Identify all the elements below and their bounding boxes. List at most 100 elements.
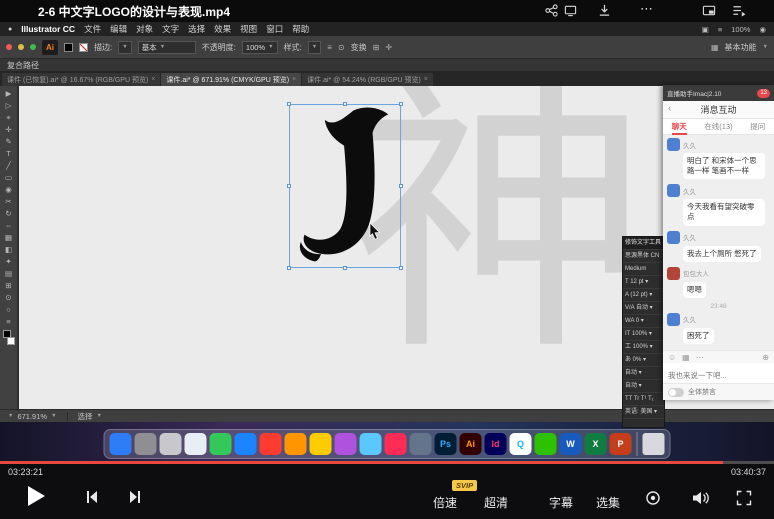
episodes-button[interactable]: 选集 <box>596 494 620 511</box>
apple-menu-icon[interactable]: ● <box>8 26 12 33</box>
tool-icon-14[interactable]: ◧ <box>5 244 12 256</box>
tool-icon-9[interactable]: ◉ <box>5 184 12 196</box>
tool-icon-19[interactable]: ○ <box>6 304 11 316</box>
image-icon[interactable]: ▦ <box>682 353 690 362</box>
play-button[interactable] <box>28 486 45 506</box>
pip-icon[interactable] <box>702 4 717 18</box>
char-panel-row[interactable]: A (12 pt) ▾ <box>623 289 664 302</box>
quality-button[interactable]: 超清 <box>484 494 508 511</box>
tool-icon-18[interactable]: ⊙ <box>5 292 11 304</box>
tab-close-icon[interactable]: × <box>424 76 428 83</box>
back-icon[interactable]: ‹ <box>668 103 671 114</box>
playlist-icon[interactable] <box>732 4 747 18</box>
tool-icon-17[interactable]: ⊞ <box>5 280 11 292</box>
status-icon-1[interactable]: ▣ <box>702 25 709 34</box>
mute-all-toggle[interactable] <box>668 388 684 397</box>
share-icon[interactable] <box>545 4 560 18</box>
fill-color-swatch[interactable] <box>64 43 73 52</box>
dock-icon-21[interactable]: P <box>610 433 632 455</box>
menubar-item-对象[interactable]: 对象 <box>136 23 153 35</box>
dock-icon-14[interactable]: Ps <box>435 433 457 455</box>
previous-button[interactable] <box>84 490 99 504</box>
selection-handle[interactable] <box>287 266 291 270</box>
dock-icon-17[interactable]: Q <box>510 433 532 455</box>
more-icon[interactable]: ⋯ <box>640 1 655 15</box>
selection-handle[interactable] <box>399 266 403 270</box>
document-setup-icon[interactable]: ⊙ <box>338 43 345 52</box>
tool-icon-5[interactable]: ✎ <box>5 136 11 148</box>
dock-icon-16[interactable]: Id <box>485 433 507 455</box>
fill-stroke-swatches[interactable] <box>3 330 15 345</box>
subtitle-button[interactable]: 字幕 <box>549 494 573 511</box>
cast-icon[interactable] <box>564 4 579 18</box>
dock-icon-15[interactable]: Ai <box>460 433 482 455</box>
dock-icon-2[interactable] <box>135 433 157 455</box>
tool-icon-3[interactable]: ⌖ <box>6 112 10 124</box>
chat-tab-提问[interactable]: 提问 <box>750 119 765 135</box>
blackletter-glyph[interactable] <box>293 107 397 265</box>
char-panel-row[interactable]: 英语: 美国 ▾ <box>623 406 664 419</box>
char-panel-row[interactable]: T 12 pt ▾ <box>623 276 664 289</box>
crosshair-icon[interactable]: ✛ <box>385 43 392 52</box>
tool-icon-20[interactable]: ≡ <box>6 316 10 328</box>
char-panel-row[interactable]: 思源黑体 CN <box>623 250 664 263</box>
progress-bar[interactable] <box>0 461 774 464</box>
menubar-item-窗口[interactable]: 窗口 <box>266 23 283 35</box>
menubar-item-文字[interactable]: 文字 <box>162 23 179 35</box>
next-button[interactable] <box>128 490 143 504</box>
document-tab[interactable]: 课件.ai* @ 54.24% (RGB/GPU 预览)× <box>302 73 433 86</box>
selection-handle[interactable] <box>399 184 403 188</box>
char-panel-row[interactable]: 自动 ▾ <box>623 367 664 380</box>
char-panel-row[interactable]: 工 100% ▾ <box>623 341 664 354</box>
tool-icon-11[interactable]: ↻ <box>5 208 11 220</box>
menubar-item-帮助[interactable]: 帮助 <box>292 23 309 35</box>
tool-icon-4[interactable]: ✛ <box>5 124 11 136</box>
panels-icon[interactable]: ▦ <box>711 43 719 52</box>
tab-close-icon[interactable]: × <box>151 76 155 83</box>
record-icon[interactable] <box>645 490 661 506</box>
menubar-item-文件[interactable]: 文件 <box>84 23 101 35</box>
char-panel-row[interactable]: V/A 自动 ▾ <box>623 302 664 315</box>
transform-label[interactable]: 变换 <box>351 42 367 53</box>
menubar-item-视图[interactable]: 视图 <box>240 23 257 35</box>
dock-icon-13[interactable] <box>410 433 432 455</box>
status-icon-2[interactable]: ≡ <box>718 25 722 34</box>
avatar[interactable] <box>667 231 680 244</box>
minimize-window-button[interactable] <box>18 44 24 50</box>
dock-icon-11[interactable] <box>360 433 382 455</box>
dock-icon-10[interactable] <box>335 433 357 455</box>
dock-icon-7[interactable] <box>260 433 282 455</box>
close-window-button[interactable] <box>6 44 12 50</box>
zoom-level[interactable]: 671.91% <box>17 412 47 421</box>
dock-icon-18[interactable] <box>535 433 557 455</box>
dock-icon-20[interactable]: X <box>585 433 607 455</box>
dock-icon-9[interactable] <box>310 433 332 455</box>
current-tool-label[interactable]: 选择 <box>78 411 93 422</box>
document-tab[interactable]: 课件.ai* @ 671.91% (CMYK/GPU 预览)× <box>161 73 301 86</box>
tool-icon-6[interactable]: T <box>6 148 11 160</box>
tool-icon-13[interactable]: ▦ <box>5 232 12 244</box>
char-panel-row[interactable]: TT Tr T¹ T₁ <box>623 393 664 406</box>
volume-icon[interactable] <box>692 490 709 506</box>
avatar[interactable] <box>667 267 680 280</box>
tool-icon-7[interactable]: ╱ <box>6 160 11 172</box>
tool-icon-8[interactable]: ▭ <box>5 172 12 184</box>
emoji-icon[interactable]: ☺ <box>668 353 676 362</box>
dock-icon-4[interactable] <box>185 433 207 455</box>
char-panel-row[interactable]: Medium <box>623 263 664 276</box>
add-icon[interactable]: ⊕ <box>762 353 769 362</box>
avatar[interactable] <box>667 138 680 151</box>
fullscreen-icon[interactable] <box>736 490 752 506</box>
menubar-item-编辑[interactable]: 编辑 <box>110 23 127 35</box>
selection-handle[interactable] <box>343 102 347 106</box>
stroke-swatch[interactable] <box>7 337 15 345</box>
style-select[interactable]: ▼ <box>308 41 321 54</box>
speed-button[interactable]: 倍速 <box>433 494 457 511</box>
tab-close-icon[interactable]: × <box>292 76 296 83</box>
tool-icon-2[interactable]: ▷ <box>6 100 12 112</box>
selection-handle[interactable] <box>399 102 403 106</box>
dock-icon-5[interactable] <box>210 433 232 455</box>
opacity-select[interactable]: 100%▼ <box>242 41 278 54</box>
chat-tab-在线(13)[interactable]: 在线(13) <box>704 119 732 135</box>
chat-tab-聊天[interactable]: 聊天 <box>672 119 687 135</box>
